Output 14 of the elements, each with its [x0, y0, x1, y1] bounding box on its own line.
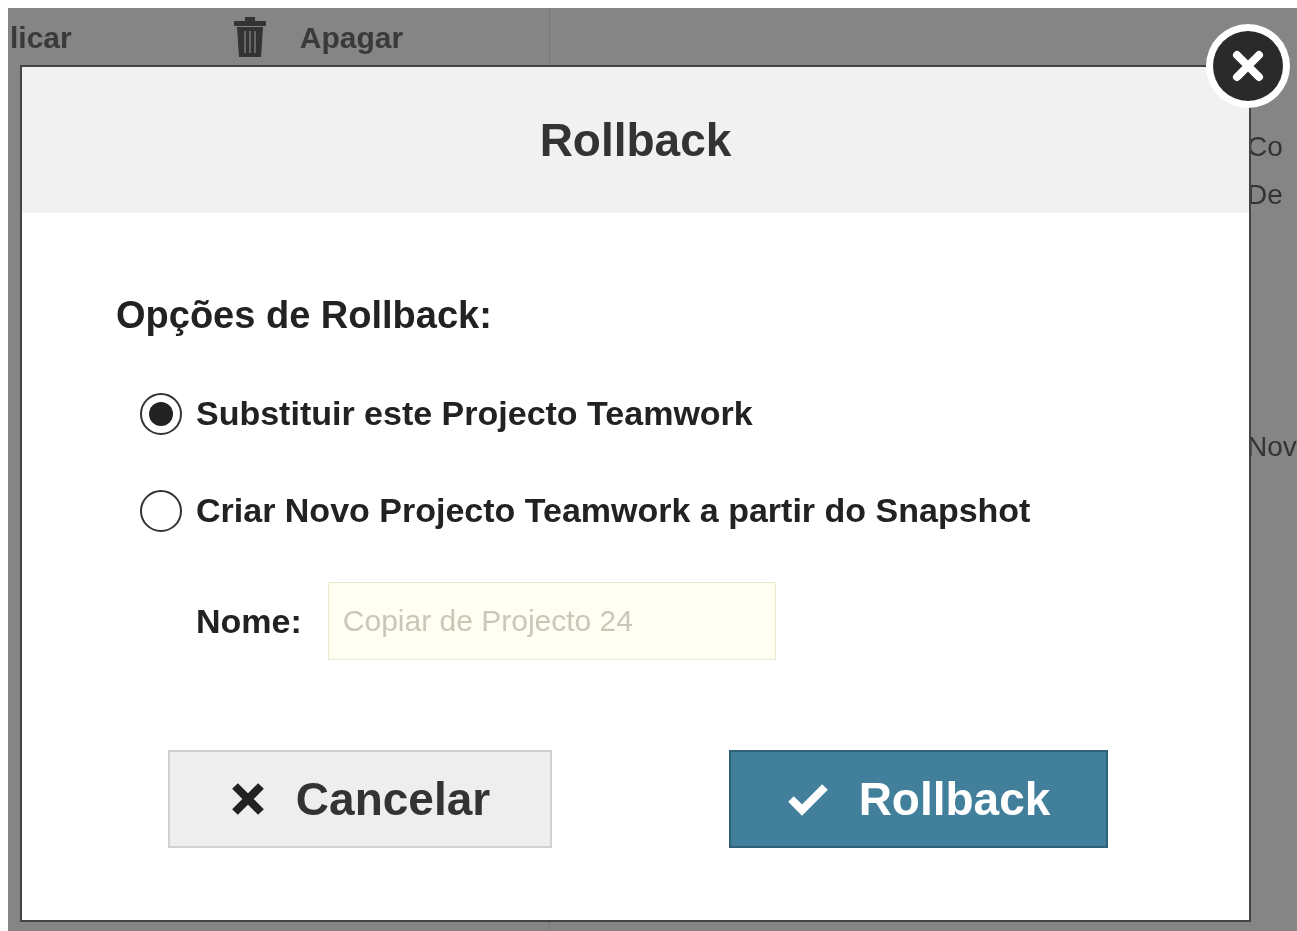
close-icon [229, 781, 266, 817]
dialog-title: Rollback [539, 112, 732, 168]
rollback-button[interactable]: Rollback [729, 750, 1108, 848]
checkmark-icon [786, 782, 829, 816]
radio-option[interactable]: Criar Novo Projecto Teamwork a partir do Snapshot [140, 485, 1249, 536]
radio-option[interactable]: Substituir este Projecto Teamwork [140, 388, 1249, 439]
name-field[interactable]: Copiar de Projecto 24 [327, 582, 776, 660]
close-icon [1231, 49, 1265, 83]
cancel-button[interactable]: Cancelar [168, 750, 552, 848]
trash-icon [233, 17, 266, 57]
name-label: Nome: [196, 600, 302, 642]
radio-button[interactable] [140, 392, 182, 435]
section-label: Opções de Rollback: [116, 293, 493, 338]
radio-button[interactable] [140, 489, 182, 532]
